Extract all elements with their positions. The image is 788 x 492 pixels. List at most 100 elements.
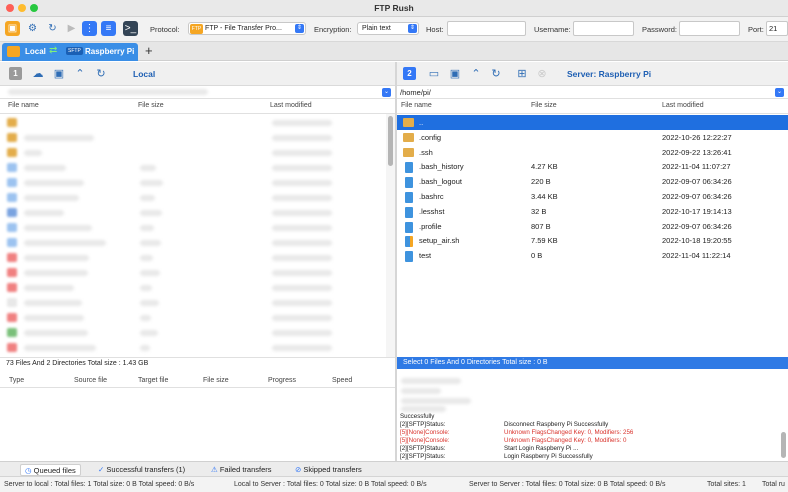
remote-file-row[interactable]: setup_air.sh 7.59 KB 2022-10-18 19:20:55 (397, 233, 788, 248)
save-disk-icon[interactable]: ▣ (448, 67, 462, 81)
row-name: .profile (419, 221, 442, 231)
remote-file-row[interactable]: .bash_history 4.27 KB 2022-11-04 11:07:27 (397, 159, 788, 174)
chevron-down-icon[interactable]: ⌄ (382, 88, 391, 97)
remote-file-row[interactable]: .bashrc 3.44 KB 2022-09-07 06:34:26 (397, 189, 788, 204)
local-file-row[interactable] (0, 221, 386, 236)
local-file-row[interactable] (0, 206, 386, 221)
remote-file-row[interactable]: .. (397, 115, 788, 130)
layout-left-icon[interactable]: ⋮ (82, 21, 97, 36)
remote-file-list[interactable]: .. .config 2022-10-26 12:22:27 .ssh 2022-09-… (397, 114, 788, 357)
col-type[interactable]: Type (9, 377, 24, 384)
username-label: Username: (534, 25, 571, 34)
col-file-size[interactable]: File size (138, 102, 164, 109)
row-name: .bashrc (419, 192, 444, 201)
save-disk-icon[interactable]: ▣ (52, 67, 66, 81)
file-icon (7, 253, 17, 262)
remote-file-row[interactable]: .profile 807 B 2022-09-07 06:34:26 (397, 219, 788, 234)
col-file-size[interactable]: File size (203, 377, 229, 384)
remote-file-row[interactable]: .lesshst 32 B 2022-10-17 19:14:13 (397, 204, 788, 219)
col-file-size[interactable]: File size (531, 102, 557, 109)
remote-path-bar[interactable]: /home/pi/ ⌄ (397, 86, 788, 99)
local-file-row[interactable] (0, 281, 386, 296)
local-file-row[interactable] (0, 161, 386, 176)
local-file-row[interactable] (0, 146, 386, 161)
encryption-select[interactable]: Plain text ⇕ (357, 22, 419, 35)
blurred-text (24, 285, 74, 291)
local-file-row[interactable] (0, 176, 386, 191)
refresh-icon[interactable]: ↻ (45, 21, 60, 36)
network-icon[interactable]: ⊞ (515, 67, 529, 81)
local-file-row[interactable] (0, 116, 386, 131)
chevron-down-icon[interactable]: ⌄ (775, 88, 784, 97)
col-file-name[interactable]: File name (401, 102, 432, 109)
blurred-text (272, 135, 332, 141)
local-file-row[interactable] (0, 251, 386, 266)
username-input[interactable] (573, 21, 634, 36)
tab-failed-transfers[interactable]: ⚠ Failed transfers (207, 464, 276, 476)
row-size: 32 B (531, 206, 547, 216)
local-file-row[interactable] (0, 296, 386, 311)
clock-icon: ◷ (25, 466, 32, 475)
add-tab-button[interactable]: + (145, 43, 153, 58)
col-last-modified[interactable]: Last modified (662, 102, 704, 109)
local-scrollbar[interactable] (386, 114, 395, 357)
col-source-file[interactable]: Source file (74, 377, 107, 384)
pane-number-badge: 2 (403, 67, 416, 80)
file-icon (405, 206, 413, 218)
password-input[interactable] (679, 21, 740, 36)
remote-file-row[interactable]: .ssh 2022-09-22 13:26:41 (397, 145, 788, 160)
local-file-row[interactable] (0, 131, 386, 146)
session-tab-local-raspberry[interactable]: Local ⇄ SFTP Raspberry Pi (2, 43, 138, 61)
refresh-icon[interactable]: ↻ (94, 67, 108, 81)
tab-queued-files[interactable]: ◷ Queued files (20, 464, 81, 476)
blurred-text (24, 270, 88, 276)
local-path-bar[interactable]: ⌄ (0, 86, 395, 99)
local-file-row[interactable] (0, 326, 386, 341)
blurred-log-line (401, 378, 461, 384)
folder-icon (403, 132, 414, 142)
terminal-icon[interactable]: >_ (123, 21, 138, 36)
up-directory-icon[interactable]: ⌃ (469, 67, 483, 81)
encryption-value: Plain text (362, 25, 391, 32)
settings-gear-icon[interactable]: ⚙ (25, 21, 40, 36)
tab-skipped-transfers[interactable]: ⊘ Skipped transfers (291, 464, 366, 476)
cloud-download-icon[interactable]: ☁ (31, 67, 45, 81)
layout-split-icon[interactable]: ≡ (101, 21, 116, 36)
remote-file-row[interactable]: .bash_logout 220 B 2022-09-07 06:34:26 (397, 174, 788, 189)
log-panel: Successfully [2][SFTP]Status: Disconnect R… (397, 370, 788, 460)
blurred-text (272, 180, 332, 186)
local-file-row[interactable] (0, 311, 386, 326)
col-last-modified[interactable]: Last modified (270, 102, 312, 109)
scrollbar-thumb[interactable] (388, 116, 393, 166)
blurred-text (272, 285, 332, 291)
local-file-row[interactable] (0, 341, 386, 356)
site-manager-icon[interactable]: ▣ (5, 21, 20, 36)
port-input[interactable]: 21 (766, 21, 788, 36)
monitor-icon[interactable]: ▭ (427, 67, 441, 81)
row-size: 7.59 KB (531, 236, 558, 246)
col-speed[interactable]: Speed (332, 377, 352, 384)
row-modified: 2022-09-07 06:34:26 (662, 177, 732, 187)
queue-list[interactable] (0, 388, 395, 461)
host-input[interactable] (447, 21, 526, 36)
col-file-name[interactable]: File name (8, 102, 39, 109)
tab-successful-transfers[interactable]: ✓ Successful transfers (1) (94, 464, 189, 476)
log-scrollbar-thumb[interactable] (781, 432, 786, 458)
protocol-select[interactable]: FTP FTP - File Transfer Pro... ⇕ (188, 22, 306, 35)
refresh-icon[interactable]: ↻ (489, 67, 503, 81)
log-source: [5][None]Console: (400, 437, 450, 444)
remote-file-row[interactable]: .config 2022-10-26 12:22:27 (397, 130, 788, 145)
local-file-row[interactable] (0, 266, 386, 281)
play-icon[interactable]: ▶ (64, 21, 79, 36)
remote-file-row[interactable]: test 0 B 2022-11-04 11:22:14 (397, 248, 788, 263)
col-progress[interactable]: Progress (268, 377, 296, 384)
up-directory-icon[interactable]: ⌃ (73, 67, 87, 81)
blurred-text (272, 225, 332, 231)
blurred-text (140, 270, 160, 276)
disconnect-icon[interactable]: ⊗ (535, 67, 549, 81)
local-file-row[interactable] (0, 191, 386, 206)
local-file-list[interactable] (0, 114, 386, 357)
col-target-file[interactable]: Target file (138, 377, 168, 384)
local-file-row[interactable] (0, 236, 386, 251)
blurred-text (140, 195, 155, 201)
